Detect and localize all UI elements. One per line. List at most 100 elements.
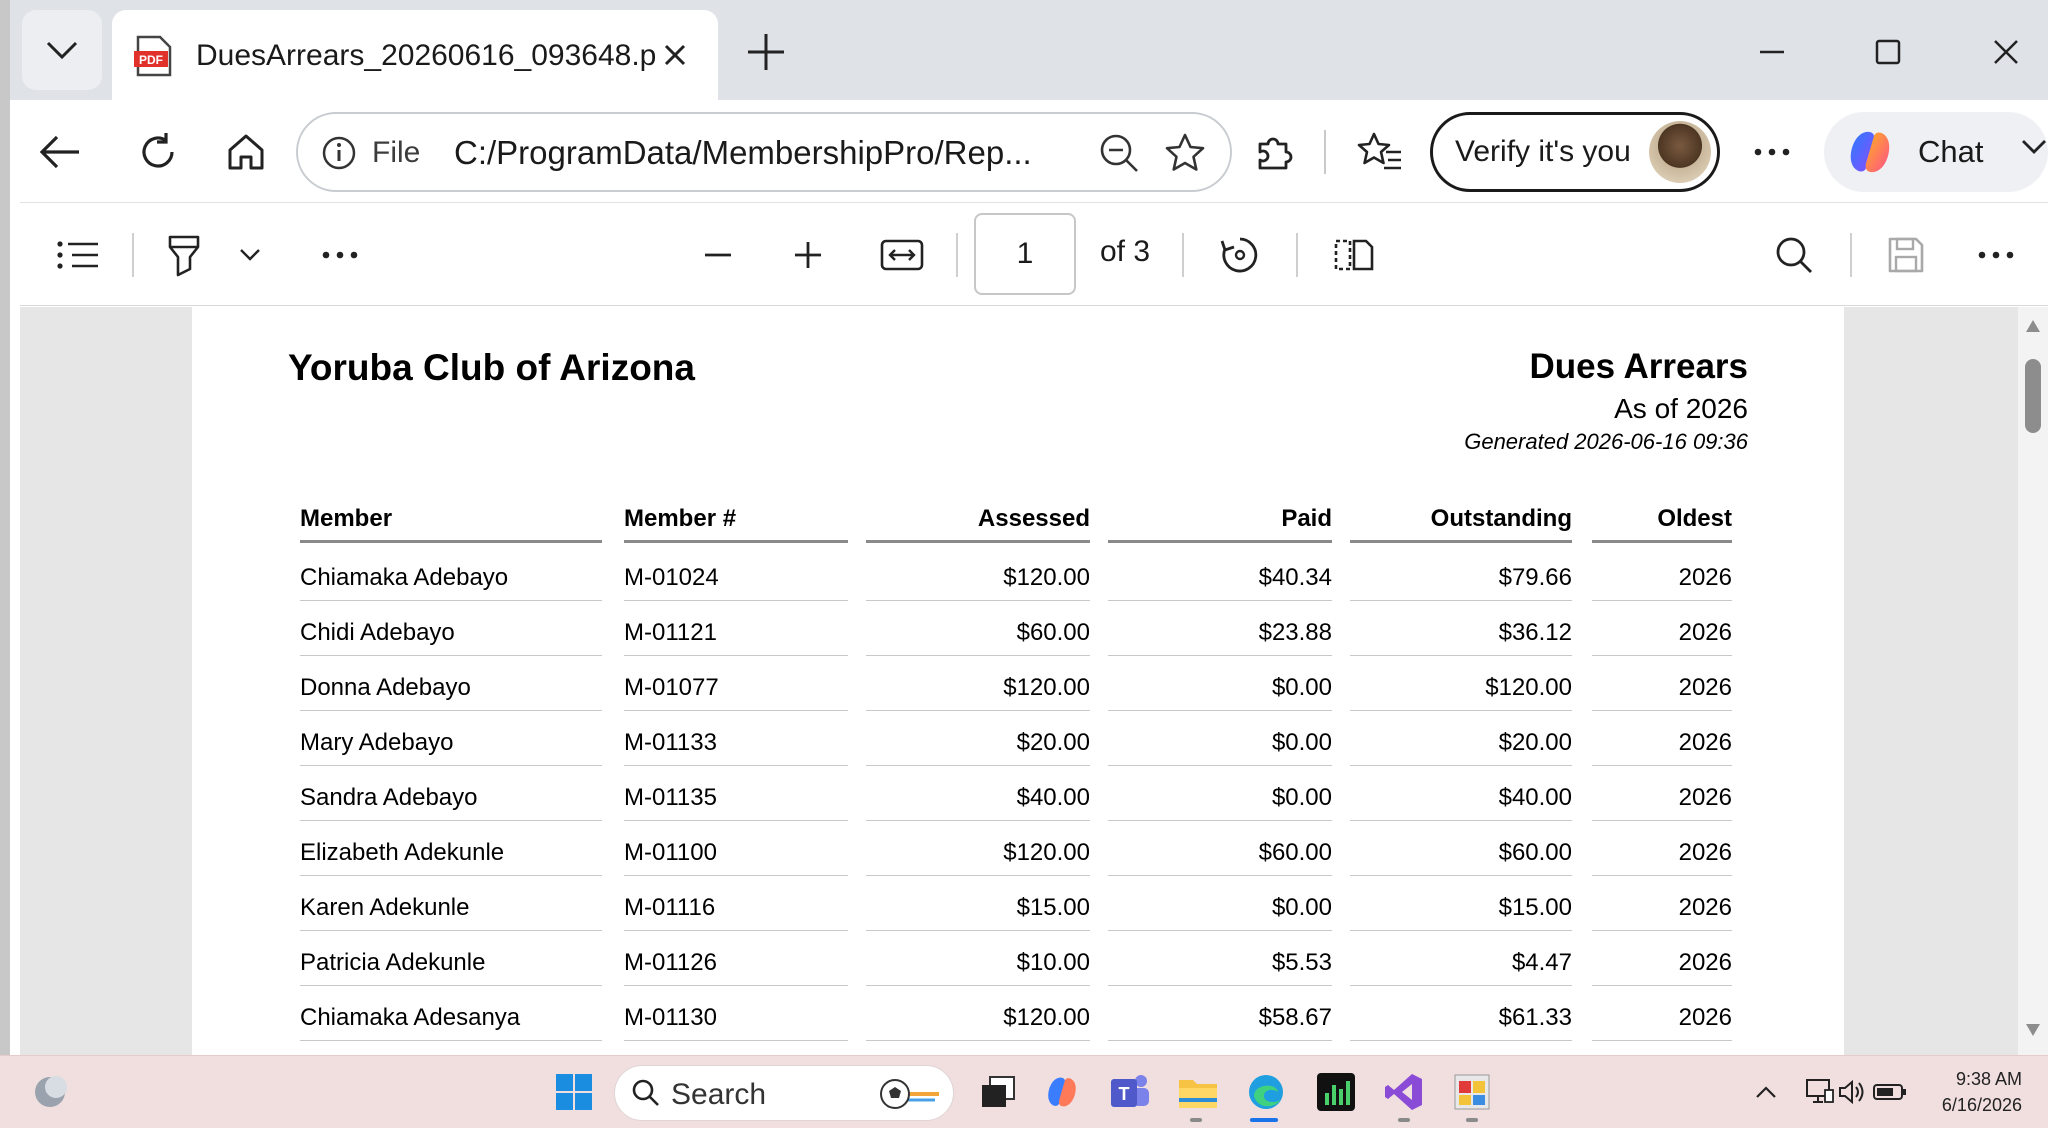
paid-cell: $58.67 <box>1108 1003 1332 1041</box>
verify-identity-button[interactable]: Verify it's you <box>1430 112 1720 192</box>
task-view-button[interactable] <box>974 1068 1022 1116</box>
window-close-button[interactable] <box>1980 26 2032 78</box>
teams-button[interactable]: T <box>1106 1068 1154 1116</box>
oldest-cell: 2026 <box>1592 563 1732 601</box>
outstanding-cell: $36.12 <box>1350 618 1572 656</box>
member-number-cell: M-01121 <box>624 618 848 656</box>
minimize-button[interactable] <box>1746 26 1798 78</box>
paid-cell: $0.00 <box>1108 783 1332 821</box>
member-number-cell: M-01130 <box>624 1003 848 1041</box>
paid-cell: $0.00 <box>1108 893 1332 931</box>
page-number-input[interactable]: 1 <box>974 213 1076 295</box>
zoom-out-icon[interactable] <box>1098 132 1140 179</box>
file-explorer-button[interactable] <box>1174 1068 1222 1116</box>
copilot-label: Chat <box>1918 134 1984 169</box>
svg-text:PDF: PDF <box>139 53 163 67</box>
visual-studio-button[interactable] <box>1380 1068 1428 1116</box>
assessed-cell: $10.00 <box>866 948 1090 986</box>
ellipsis-icon <box>322 251 358 259</box>
charts-app-button[interactable] <box>1312 1068 1360 1116</box>
back-button[interactable] <box>32 124 88 180</box>
app-window-icon <box>1454 1074 1490 1110</box>
running-indicator <box>1398 1118 1410 1122</box>
settings-more-button[interactable] <box>1968 227 2024 283</box>
page-view-button[interactable] <box>1326 227 1382 283</box>
outstanding-cell: $20.00 <box>1350 728 1572 766</box>
contents-button[interactable] <box>50 227 106 283</box>
toolbar-divider <box>1324 130 1326 174</box>
running-indicator <box>1466 1118 1478 1122</box>
oldest-cell: 2026 <box>1592 838 1732 876</box>
oldest-cell: 2026 <box>1592 948 1732 986</box>
scrollbar-thumb[interactable] <box>2025 359 2041 433</box>
info-icon[interactable] <box>320 134 358 177</box>
zoom-out-button[interactable] <box>690 227 746 283</box>
browser-tab[interactable]: PDF DuesArrears_20260616_093648.pdf <box>112 10 718 102</box>
taskbar-search[interactable]: Search <box>614 1065 954 1121</box>
edge-browser-button[interactable] <box>1242 1068 1290 1116</box>
highlight-options-button[interactable] <box>222 227 278 283</box>
url-text[interactable]: C:/ProgramData/MembershipPro/Rep... <box>454 134 1084 172</box>
column-header-assessed: Assessed <box>866 503 1090 543</box>
oldest-cell: 2026 <box>1592 728 1732 766</box>
save-button[interactable] <box>1878 227 1934 283</box>
assessed-cell: $120.00 <box>866 1003 1090 1041</box>
highlighter-icon <box>168 235 200 277</box>
refresh-button[interactable] <box>130 124 186 180</box>
favorites-list-icon <box>1357 132 1401 170</box>
vertical-scrollbar[interactable] <box>2018 307 2048 1055</box>
tab-list-button[interactable] <box>22 10 102 90</box>
member-name-cell: Chiamaka Adebayo <box>300 563 602 601</box>
navigation-bar: File C:/ProgramData/MembershipPro/Rep...… <box>10 100 2048 202</box>
oldest-cell: 2026 <box>1592 618 1732 656</box>
fit-to-width-button[interactable] <box>874 227 930 283</box>
member-name-cell: Chiamaka Adesanya <box>300 1003 602 1041</box>
copilot-chat-button[interactable]: Chat <box>1824 112 2048 192</box>
column-header-outstanding: Outstanding <box>1350 503 1572 543</box>
edge-icon <box>1249 1075 1283 1109</box>
favorite-star-icon[interactable] <box>1164 132 1206 179</box>
chevron-down-icon[interactable] <box>2020 138 2048 156</box>
zoom-in-button[interactable] <box>780 227 836 283</box>
column-header-paid: Paid <box>1108 503 1332 543</box>
assessed-cell: $120.00 <box>866 838 1090 876</box>
maximize-button[interactable] <box>1862 26 1914 78</box>
column-header-oldest: Oldest <box>1592 503 1732 543</box>
start-button[interactable] <box>550 1068 598 1116</box>
toolbar-divider <box>1850 233 1852 277</box>
outstanding-cell: $79.66 <box>1350 563 1572 601</box>
favorites-button[interactable] <box>1352 124 1408 180</box>
pdf-toolbar: 1 of 3 <box>20 202 2048 306</box>
address-bar[interactable]: File C:/ProgramData/MembershipPro/Rep... <box>296 112 1232 192</box>
paid-cell: $5.53 <box>1108 948 1332 986</box>
ellipsis-icon <box>1978 251 2014 259</box>
battery-button[interactable] <box>1866 1068 1914 1116</box>
scroll-down-icon[interactable] <box>2025 1023 2041 1037</box>
system-clock[interactable]: 9:38 AM 6/16/2026 <box>1942 1066 2022 1118</box>
maximize-icon <box>1875 39 1901 65</box>
more-options-button[interactable] <box>1744 124 1800 180</box>
tab-close-icon[interactable] <box>658 38 692 72</box>
show-hidden-icons-button[interactable] <box>1742 1068 1790 1116</box>
new-tab-button[interactable] <box>740 26 792 78</box>
home-button[interactable] <box>218 124 274 180</box>
active-app-indicator <box>1250 1118 1278 1122</box>
app-window-button[interactable] <box>1448 1068 1496 1116</box>
report-title: Dues Arrears <box>1529 347 1748 386</box>
copilot-taskbar-button[interactable] <box>1038 1068 1086 1116</box>
save-icon <box>1888 237 1924 273</box>
plus-icon <box>795 242 821 268</box>
rotate-button[interactable] <box>1212 227 1268 283</box>
search-icon <box>632 1079 659 1106</box>
member-name-cell: Donna Adebayo <box>300 673 602 711</box>
weather-widget[interactable] <box>26 1068 74 1116</box>
member-name-cell: Sandra Adebayo <box>300 783 602 821</box>
minimize-icon <box>1760 50 1784 54</box>
highlight-button[interactable] <box>156 227 212 283</box>
scroll-up-icon[interactable] <box>2025 319 2041 333</box>
extensions-button[interactable] <box>1246 124 1302 180</box>
find-button[interactable] <box>1766 227 1822 283</box>
task-view-icon <box>982 1076 1015 1107</box>
more-tools-button[interactable] <box>312 227 368 283</box>
copilot-icon <box>1850 131 1890 173</box>
